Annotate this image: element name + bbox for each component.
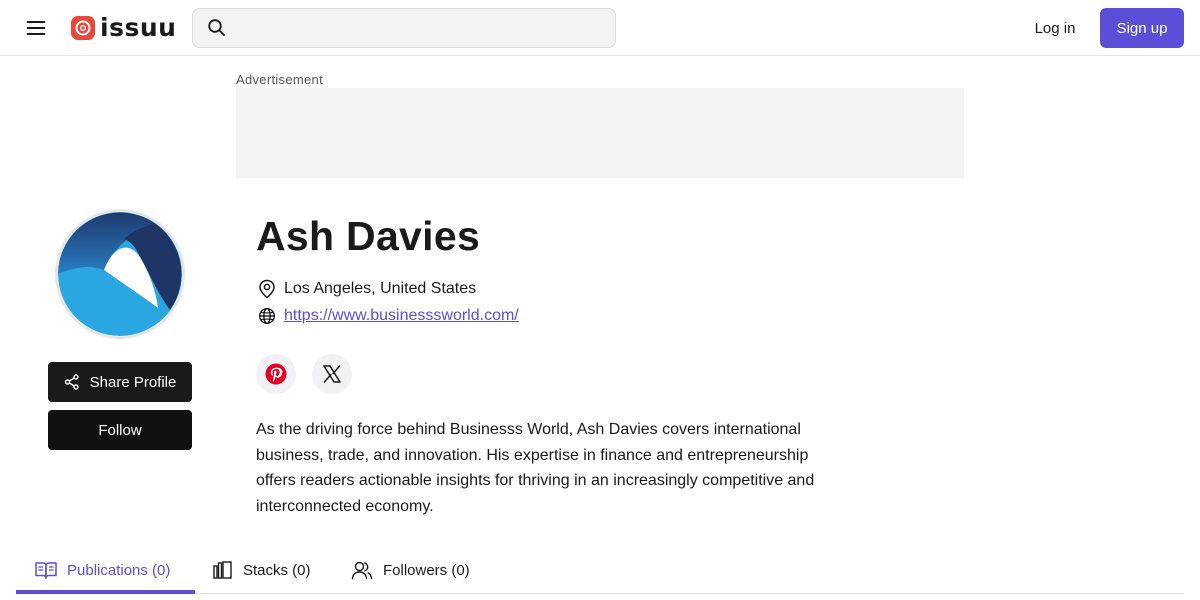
top-header: issuu Log in Sign up bbox=[0, 0, 1200, 56]
stacks-icon bbox=[213, 561, 232, 579]
issuu-logo-icon bbox=[71, 16, 95, 40]
pinterest-icon bbox=[265, 363, 287, 385]
signup-button[interactable]: Sign up bbox=[1100, 8, 1184, 48]
x-twitter-button[interactable] bbox=[312, 354, 352, 394]
pinterest-button[interactable] bbox=[256, 354, 296, 394]
tab-stacks-label: Stacks (0) bbox=[243, 561, 311, 579]
follow-button[interactable]: Follow bbox=[48, 410, 192, 450]
profile-avatar bbox=[55, 209, 185, 339]
share-profile-button[interactable]: Share Profile bbox=[48, 362, 192, 402]
location-pin-icon bbox=[259, 279, 275, 299]
users-icon bbox=[351, 561, 373, 580]
profile-bio: As the driving force behind Businesss Wo… bbox=[256, 421, 815, 516]
tab-publications[interactable]: Publications (0) bbox=[35, 546, 170, 594]
advertisement-label: Advertisement bbox=[236, 72, 323, 87]
globe-icon bbox=[258, 307, 276, 325]
profile-tabs: Publications (0) Stacks (0) Followers (0… bbox=[16, 546, 1184, 594]
logo-text: issuu bbox=[100, 13, 177, 42]
tab-publications-label: Publications (0) bbox=[67, 561, 171, 579]
location-text: Los Angeles, United States bbox=[284, 280, 477, 297]
website-link[interactable]: https://www.businesssworld.com/ bbox=[284, 307, 519, 325]
hamburger-menu-icon[interactable] bbox=[24, 16, 48, 40]
x-twitter-icon bbox=[323, 365, 341, 383]
active-tab-indicator bbox=[16, 590, 195, 594]
share-icon bbox=[64, 374, 79, 390]
issuu-logo[interactable]: issuu bbox=[71, 13, 176, 43]
book-open-icon bbox=[35, 562, 57, 579]
tab-followers[interactable]: Followers (0) bbox=[351, 546, 470, 594]
search-input[interactable] bbox=[237, 9, 615, 47]
search-icon bbox=[208, 19, 225, 36]
tab-followers-label: Followers (0) bbox=[383, 561, 470, 579]
login-button[interactable]: Log in bbox=[1020, 8, 1090, 48]
share-profile-label: Share Profile bbox=[89, 373, 177, 391]
location-row: Los Angeles, United States bbox=[258, 279, 476, 299]
search-bar[interactable] bbox=[192, 8, 616, 48]
website-row: https://www.businesssworld.com/ bbox=[258, 307, 519, 325]
tab-stacks[interactable]: Stacks (0) bbox=[213, 546, 311, 594]
profile-name: Ash Davies bbox=[256, 213, 481, 259]
advertisement-slot[interactable] bbox=[236, 88, 964, 178]
